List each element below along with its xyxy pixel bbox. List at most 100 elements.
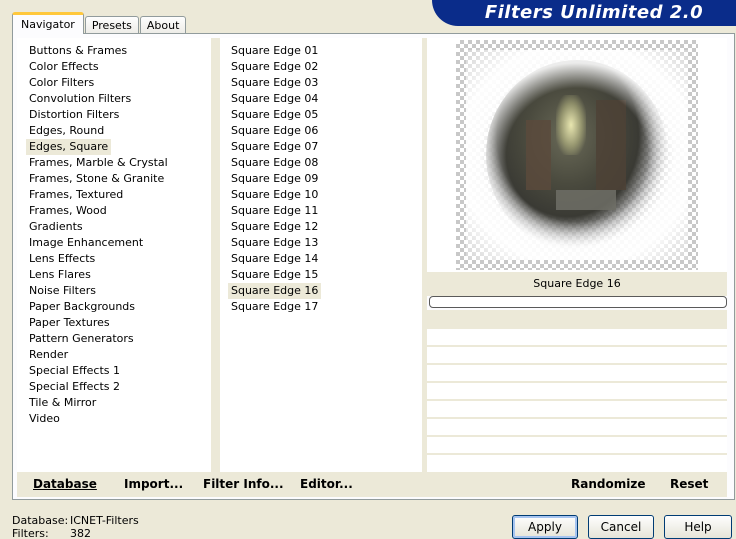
preview-image — [456, 40, 698, 270]
category-item[interactable]: Frames, Stone & Granite — [17, 171, 211, 187]
filter-item[interactable]: Square Edge 09 — [220, 171, 422, 187]
category-item[interactable]: Render — [17, 347, 211, 363]
category-item[interactable]: Buttons & Frames — [17, 43, 211, 59]
filter-item[interactable]: Square Edge 05 — [220, 107, 422, 123]
filter-item[interactable]: Square Edge 10 — [220, 187, 422, 203]
filter-item-label: Square Edge 14 — [231, 252, 319, 265]
category-item[interactable]: Convolution Filters — [17, 91, 211, 107]
filter-item-label: Square Edge 12 — [231, 220, 319, 233]
filters-label: Filters: — [12, 527, 49, 539]
filter-item-label: Square Edge 13 — [231, 236, 319, 249]
category-item-label: Edges, Square — [26, 139, 112, 155]
category-list[interactable]: Buttons & Frames Color Effects Color Filte… — [17, 38, 215, 472]
filter-item-label: Square Edge 10 — [231, 188, 319, 201]
filter-item[interactable]: Square Edge 07 — [220, 139, 422, 155]
preview-caption: Square Edge 16 — [427, 272, 727, 296]
filter-item-label: Square Edge 04 — [231, 92, 319, 105]
category-item[interactable]: Frames, Wood — [17, 203, 211, 219]
app-title: Filters Unlimited 2.0 — [432, 0, 736, 26]
reset-button[interactable]: Reset — [670, 472, 708, 497]
category-item-label: Paper Backgrounds — [29, 300, 136, 313]
filter-item[interactable]: Square Edge 01 — [220, 43, 422, 59]
category-item-label: Paper Textures — [29, 316, 110, 329]
category-item-label: Edges, Round — [29, 124, 105, 137]
filter-item-label: Square Edge 17 — [231, 300, 319, 313]
filter-list[interactable]: Square Edge 01 Square Edge 02 Square Edge … — [220, 38, 422, 472]
category-item[interactable]: Tile & Mirror — [17, 395, 211, 411]
category-item[interactable]: Paper Backgrounds — [17, 299, 211, 315]
category-item-label: Pattern Generators — [29, 332, 134, 345]
navigator-panel: Buttons & Frames Color Effects Color Filte… — [12, 33, 735, 500]
filter-info-button[interactable]: Filter Info... — [203, 472, 284, 497]
category-item-label: Video — [29, 412, 60, 425]
filter-item-label: Square Edge 11 — [231, 204, 319, 217]
category-item[interactable]: Gradients — [17, 219, 211, 235]
filter-item[interactable]: Square Edge 02 — [220, 59, 422, 75]
category-item-label: Frames, Wood — [29, 204, 107, 217]
category-item-label: Special Effects 1 — [29, 364, 121, 377]
category-item-label: Image Enhancement — [29, 236, 144, 249]
category-item-label: Convolution Filters — [29, 92, 132, 105]
category-item[interactable]: Edges, Square — [17, 139, 211, 155]
category-item[interactable]: Special Effects 1 — [17, 363, 211, 379]
category-item[interactable]: Noise Filters — [17, 283, 211, 299]
category-item-label: Color Effects — [29, 60, 99, 73]
category-item-label: Frames, Textured — [29, 188, 124, 201]
filter-item[interactable]: Square Edge 13 — [220, 235, 422, 251]
filters-count: 382 — [70, 527, 91, 539]
filter-item-label: Square Edge 05 — [231, 108, 319, 121]
cancel-button[interactable]: Cancel — [588, 515, 654, 539]
category-item[interactable]: Color Filters — [17, 75, 211, 91]
category-item[interactable]: Lens Flares — [17, 267, 211, 283]
filter-item[interactable]: Square Edge 04 — [220, 91, 422, 107]
filter-item-label: Square Edge 08 — [231, 156, 319, 169]
editor-button[interactable]: Editor... — [300, 472, 353, 497]
filter-item[interactable]: Square Edge 12 — [220, 219, 422, 235]
category-item-label: Noise Filters — [29, 284, 96, 297]
bottom-link-bar: Database Import... Filter Info... Editor… — [17, 472, 727, 497]
category-item-label: Special Effects 2 — [29, 380, 121, 393]
category-item[interactable]: Frames, Textured — [17, 187, 211, 203]
filter-item-label: Square Edge 07 — [231, 140, 319, 153]
filter-item-label: Square Edge 06 — [231, 124, 319, 137]
filter-item[interactable]: Square Edge 06 — [220, 123, 422, 139]
help-button[interactable]: Help — [664, 515, 732, 539]
category-item[interactable]: Color Effects — [17, 59, 211, 75]
filter-item-label: Square Edge 02 — [231, 60, 319, 73]
parameter-area — [427, 310, 727, 472]
category-item[interactable]: Special Effects 2 — [17, 379, 211, 395]
category-item[interactable]: Lens Effects — [17, 251, 211, 267]
filter-item[interactable]: Square Edge 17 — [220, 299, 422, 315]
filter-item[interactable]: Square Edge 15 — [220, 267, 422, 283]
category-item-label: Gradients — [29, 220, 83, 233]
tab-presets[interactable]: Presets — [84, 16, 139, 34]
category-item-label: Frames, Marble & Crystal — [29, 156, 168, 169]
import-button[interactable]: Import... — [124, 472, 183, 497]
randomize-button[interactable]: Randomize — [571, 472, 645, 497]
category-item-label: Frames, Stone & Granite — [29, 172, 165, 185]
category-item[interactable]: Video — [17, 411, 211, 427]
category-item[interactable]: Frames, Marble & Crystal — [17, 155, 211, 171]
progress-bar — [429, 296, 727, 308]
database-value: ICNET-Filters — [70, 514, 139, 527]
category-item[interactable]: Image Enhancement — [17, 235, 211, 251]
tab-about[interactable]: About — [139, 16, 187, 34]
apply-button[interactable]: Apply — [512, 515, 578, 539]
filter-item[interactable]: Square Edge 16 — [220, 283, 422, 299]
tab-navigator[interactable]: Navigator — [12, 12, 84, 34]
filter-item-label: Square Edge 01 — [231, 44, 319, 57]
category-item[interactable]: Pattern Generators — [17, 331, 211, 347]
category-item-label: Tile & Mirror — [29, 396, 97, 409]
category-item-label: Render — [29, 348, 69, 361]
filter-item[interactable]: Square Edge 14 — [220, 251, 422, 267]
filter-item[interactable]: Square Edge 03 — [220, 75, 422, 91]
filter-item[interactable]: Square Edge 11 — [220, 203, 422, 219]
database-button[interactable]: Database — [33, 472, 97, 497]
category-item-label: Color Filters — [29, 76, 95, 89]
category-item[interactable]: Edges, Round — [17, 123, 211, 139]
category-item[interactable]: Distortion Filters — [17, 107, 211, 123]
filter-item[interactable]: Square Edge 08 — [220, 155, 422, 171]
filter-item-label: Square Edge 09 — [231, 172, 319, 185]
tab-bar: Navigator Presets About — [12, 12, 187, 34]
category-item[interactable]: Paper Textures — [17, 315, 211, 331]
